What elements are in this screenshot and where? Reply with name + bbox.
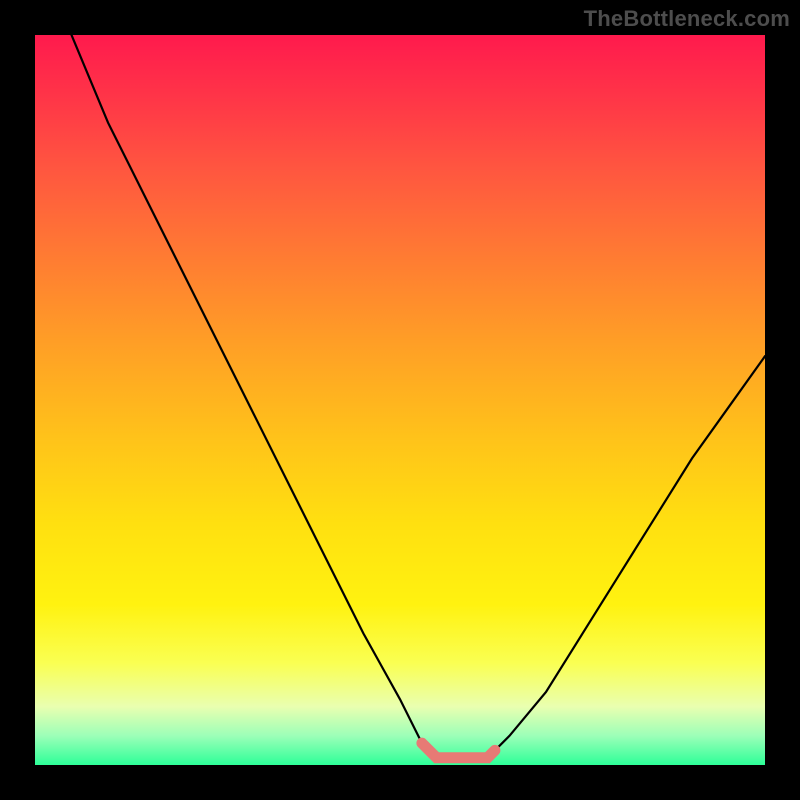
bottleneck-curve xyxy=(72,35,766,758)
optimal-region-highlight xyxy=(422,743,495,758)
curve-svg xyxy=(35,35,765,765)
chart-frame: TheBottleneck.com xyxy=(0,0,800,800)
gradient-plot-area xyxy=(35,35,765,765)
watermark-text: TheBottleneck.com xyxy=(584,6,790,32)
